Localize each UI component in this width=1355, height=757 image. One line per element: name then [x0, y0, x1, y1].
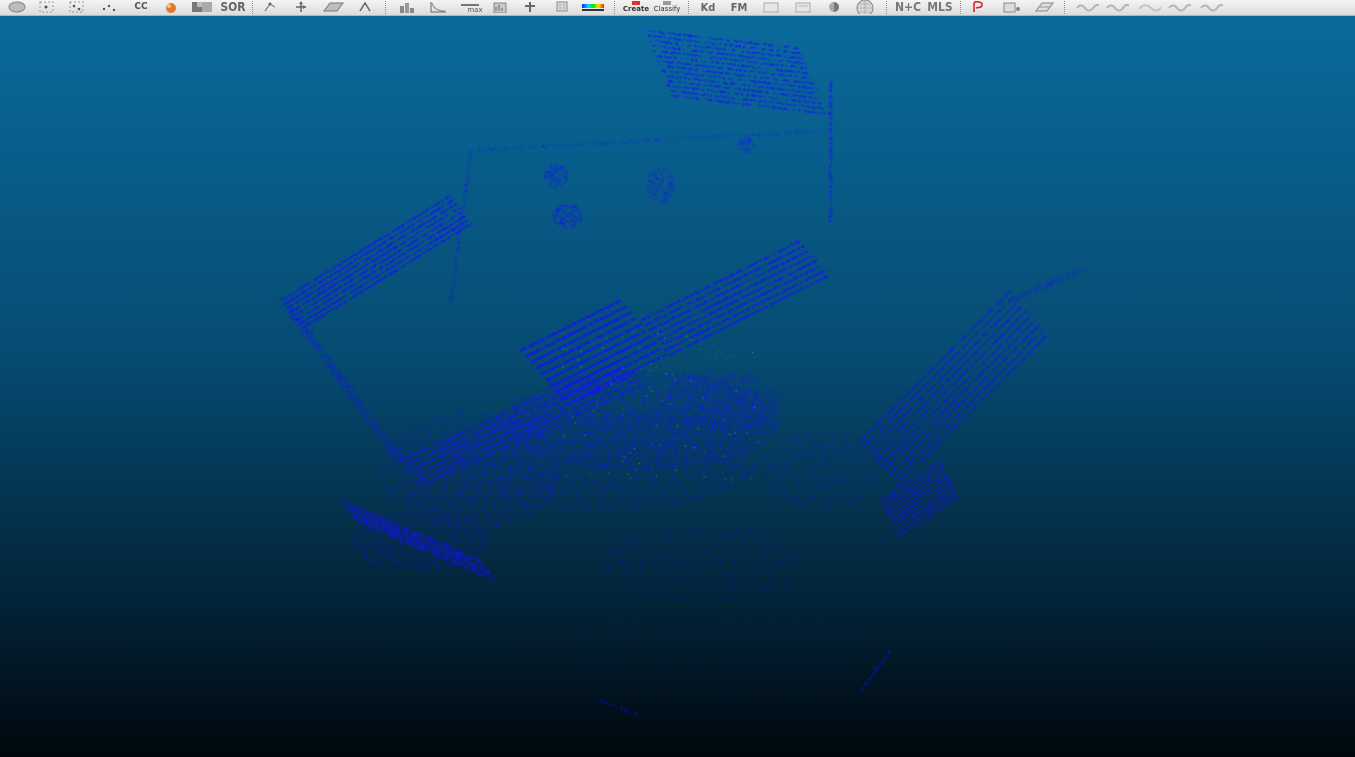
curve-icon[interactable] [427, 0, 449, 14]
plane-icon[interactable] [320, 0, 346, 14]
subsample-icon[interactable] [36, 0, 58, 14]
mesh-icon[interactable] [1032, 0, 1056, 14]
connected-components-icon[interactable]: CC [130, 0, 152, 14]
subsample-octree-icon[interactable] [66, 0, 88, 14]
plugin-4-icon[interactable] [1166, 0, 1192, 14]
subsample-spatial-icon[interactable] [98, 0, 120, 14]
max-icon[interactable]: max [457, 0, 483, 14]
plugin-2-icon[interactable] [1104, 0, 1130, 14]
box-alt-icon[interactable] [792, 0, 814, 14]
kd-label: Kd [700, 0, 716, 14]
stats-icon[interactable] [490, 0, 510, 14]
classify-button[interactable]: Classify [652, 0, 682, 14]
plugin-5-icon[interactable] [1198, 0, 1224, 14]
main-toolbar: CC SOR max Create Classify Kd FM N+C MLS [0, 0, 1355, 16]
plugin-1-icon[interactable] [1074, 0, 1100, 14]
translate-icon[interactable] [290, 0, 312, 14]
segment-icon[interactable] [260, 0, 280, 14]
project-icon[interactable] [1000, 0, 1024, 14]
open-icon[interactable] [6, 0, 28, 14]
box-icon[interactable] [760, 0, 782, 14]
toolbar-separator [252, 1, 255, 14]
plugin-3-icon[interactable] [1136, 0, 1162, 14]
point-cloud[interactable] [0, 16, 1355, 757]
sor-filter-button[interactable]: SOR [219, 0, 247, 14]
create-label: Create [622, 5, 650, 13]
toolbar-separator [1064, 1, 1067, 14]
sphere-icon[interactable] [161, 0, 181, 14]
normals-colors-button[interactable]: N+C [894, 0, 922, 14]
create-button[interactable]: Create [622, 0, 650, 14]
globe-grid-icon[interactable] [852, 0, 878, 14]
sor-label: SOR [220, 0, 246, 14]
toolbar-separator [614, 1, 617, 14]
checker-icon[interactable] [190, 0, 214, 14]
pick-icon[interactable] [355, 0, 375, 14]
classify-label: Classify [653, 5, 681, 13]
histogram-icon[interactable] [396, 0, 418, 14]
lasso-icon[interactable] [968, 0, 988, 14]
toolbar-separator [688, 1, 691, 14]
toolbar-separator [960, 1, 963, 14]
grid-icon[interactable] [552, 0, 572, 14]
nc-label: N+C [894, 0, 921, 14]
toolbar-separator [886, 1, 889, 14]
sphere-half-icon[interactable] [824, 0, 844, 14]
max-label: max [467, 5, 483, 14]
kd-tree-icon[interactable]: Kd [696, 0, 720, 14]
mls-label: MLS [927, 0, 953, 14]
color-scale-icon[interactable] [580, 0, 606, 14]
plus-icon[interactable] [520, 0, 540, 14]
fm-label: FM [730, 0, 748, 14]
toolbar-separator [385, 1, 388, 14]
cc-label: CC [134, 1, 148, 12]
mls-button[interactable]: MLS [926, 0, 954, 14]
3d-viewport[interactable] [0, 16, 1355, 757]
fast-marching-icon[interactable]: FM [726, 0, 752, 14]
